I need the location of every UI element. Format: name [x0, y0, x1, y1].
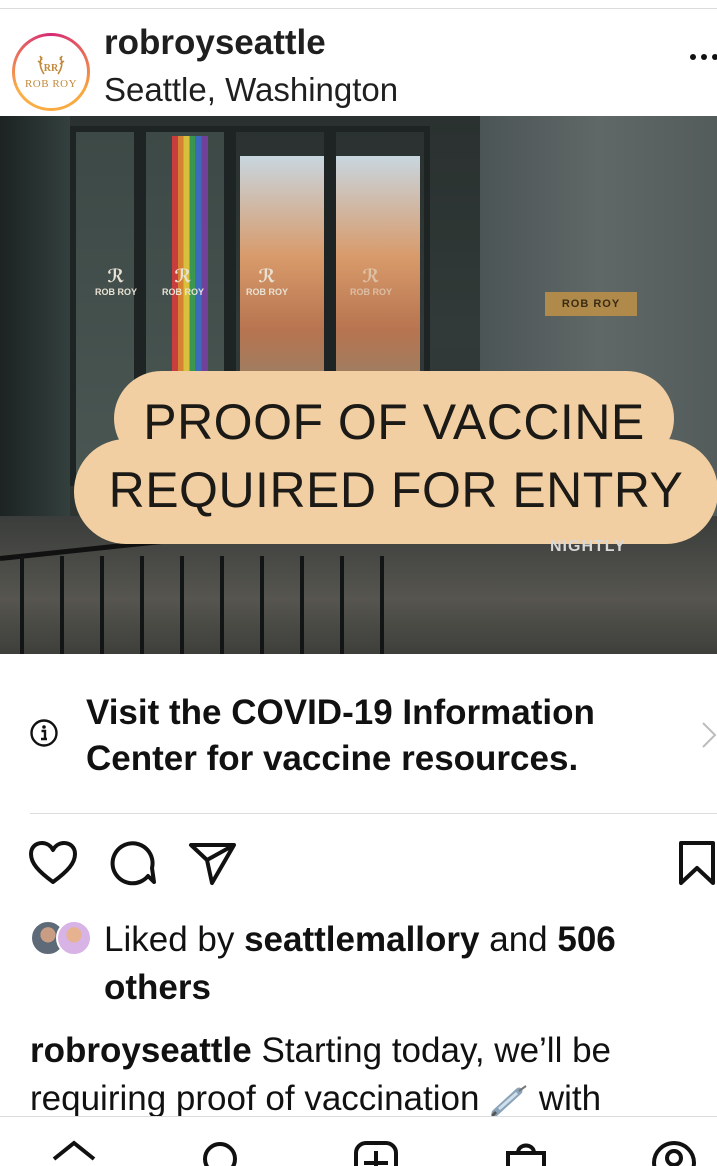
vaccine-sign: PROOF OF VACCINE REQUIRED FOR ENTRY	[74, 371, 717, 546]
home-icon[interactable]	[50, 1139, 98, 1166]
brass-nameplate: ROB ROY	[545, 292, 637, 316]
more-options-button[interactable]	[690, 47, 717, 67]
sign-line-1: PROOF OF VACCINE	[143, 394, 645, 450]
railing-post	[60, 556, 64, 654]
glass-logo-text: ROB ROY	[246, 287, 289, 297]
likes-row: Liked by seattlemallory and 506 others	[0, 912, 717, 1012]
chevron-right-icon	[702, 722, 717, 748]
glass-logo-text: ROB ROY	[95, 287, 138, 297]
railing-post	[100, 556, 104, 654]
save-button[interactable]	[673, 840, 717, 886]
railing-post	[220, 556, 224, 654]
more-dot-icon	[701, 54, 707, 60]
likes-prefix: Liked by	[104, 920, 245, 959]
bottom-nav-bar	[0, 1116, 717, 1166]
glass-logo: ℛ ROB ROY	[350, 266, 392, 297]
railing-post	[20, 556, 24, 654]
covid-info-banner[interactable]: Visit the COVID-19 Information Center fo…	[0, 654, 717, 814]
info-icon	[30, 719, 58, 747]
likes-text[interactable]: Liked by seattlemallory and 506 others	[104, 916, 704, 1012]
syringe-icon	[491, 1084, 527, 1117]
likes-suffix[interactable]: others	[104, 968, 211, 1007]
railing-post	[380, 556, 384, 654]
post-caption: robroyseattle Starting today, we’ll be r…	[30, 1027, 700, 1123]
railing-post	[140, 556, 144, 654]
more-dot-icon	[712, 54, 717, 60]
glass-logo-text: ROB ROY	[350, 287, 393, 297]
post-actions	[0, 830, 717, 894]
search-icon[interactable]	[198, 1139, 246, 1166]
liker-username[interactable]: seattlemallory	[244, 920, 479, 959]
logo-mark-icon: ℛ	[258, 266, 276, 286]
logo-mark-icon: ℛ	[362, 266, 380, 286]
comment-button[interactable]	[108, 840, 158, 886]
banner-divider	[30, 813, 717, 814]
nightly-text: NIGHTLY	[550, 538, 626, 555]
logo-mark-icon: ℛ	[107, 266, 125, 286]
shop-icon[interactable]	[502, 1139, 550, 1166]
glass-logo: ℛ ROB ROY	[246, 266, 288, 297]
caption-text-continued: with	[529, 1079, 602, 1118]
profile-icon[interactable]	[650, 1139, 698, 1166]
profile-avatar[interactable]: RR ROB ROY	[12, 33, 90, 111]
avatar-logo: RR ROB ROY	[15, 36, 87, 108]
glass-logo: ℛ ROB ROY	[95, 266, 137, 297]
post-username[interactable]: robroyseattle	[104, 23, 326, 63]
post-photo[interactable]: ROB ROY ℛ ROB ROY ℛ ROB ROY ℛ ROB ROY ℛ ROB …	[0, 116, 717, 654]
comment-icon	[110, 841, 156, 886]
send-icon	[189, 843, 236, 885]
likes-middle: and	[479, 920, 558, 959]
sign-line-2: REQUIRED FOR ENTRY	[108, 462, 684, 518]
like-button[interactable]	[28, 840, 78, 886]
more-dot-icon	[690, 54, 696, 60]
svg-text:RR: RR	[44, 63, 59, 74]
post-location[interactable]: Seattle, Washington	[104, 71, 398, 109]
glass-logo-text: ROB ROY	[162, 287, 205, 297]
caption-username[interactable]: robroyseattle	[30, 1031, 252, 1070]
likes-count[interactable]: 506	[557, 920, 615, 959]
heart-icon	[29, 841, 77, 884]
share-button[interactable]	[188, 840, 238, 886]
bookmark-icon	[679, 841, 715, 885]
antler-logo-icon: RR	[37, 55, 65, 75]
glass-logo: ℛ ROB ROY	[162, 266, 204, 297]
railing-post	[260, 556, 264, 654]
liker-avatar[interactable]	[56, 920, 92, 956]
create-post-icon[interactable]	[352, 1139, 400, 1166]
railing-post	[300, 556, 304, 654]
covid-banner-text: Visit the COVID-19 Information Center fo…	[86, 693, 595, 778]
railing-post	[180, 556, 184, 654]
post-header: RR ROB ROY robroyseattle Seattle, Washin…	[0, 9, 717, 115]
logo-mark-icon: ℛ	[174, 266, 192, 286]
avatar-logo-text: ROB ROY	[24, 78, 78, 90]
railing-post	[340, 556, 344, 654]
